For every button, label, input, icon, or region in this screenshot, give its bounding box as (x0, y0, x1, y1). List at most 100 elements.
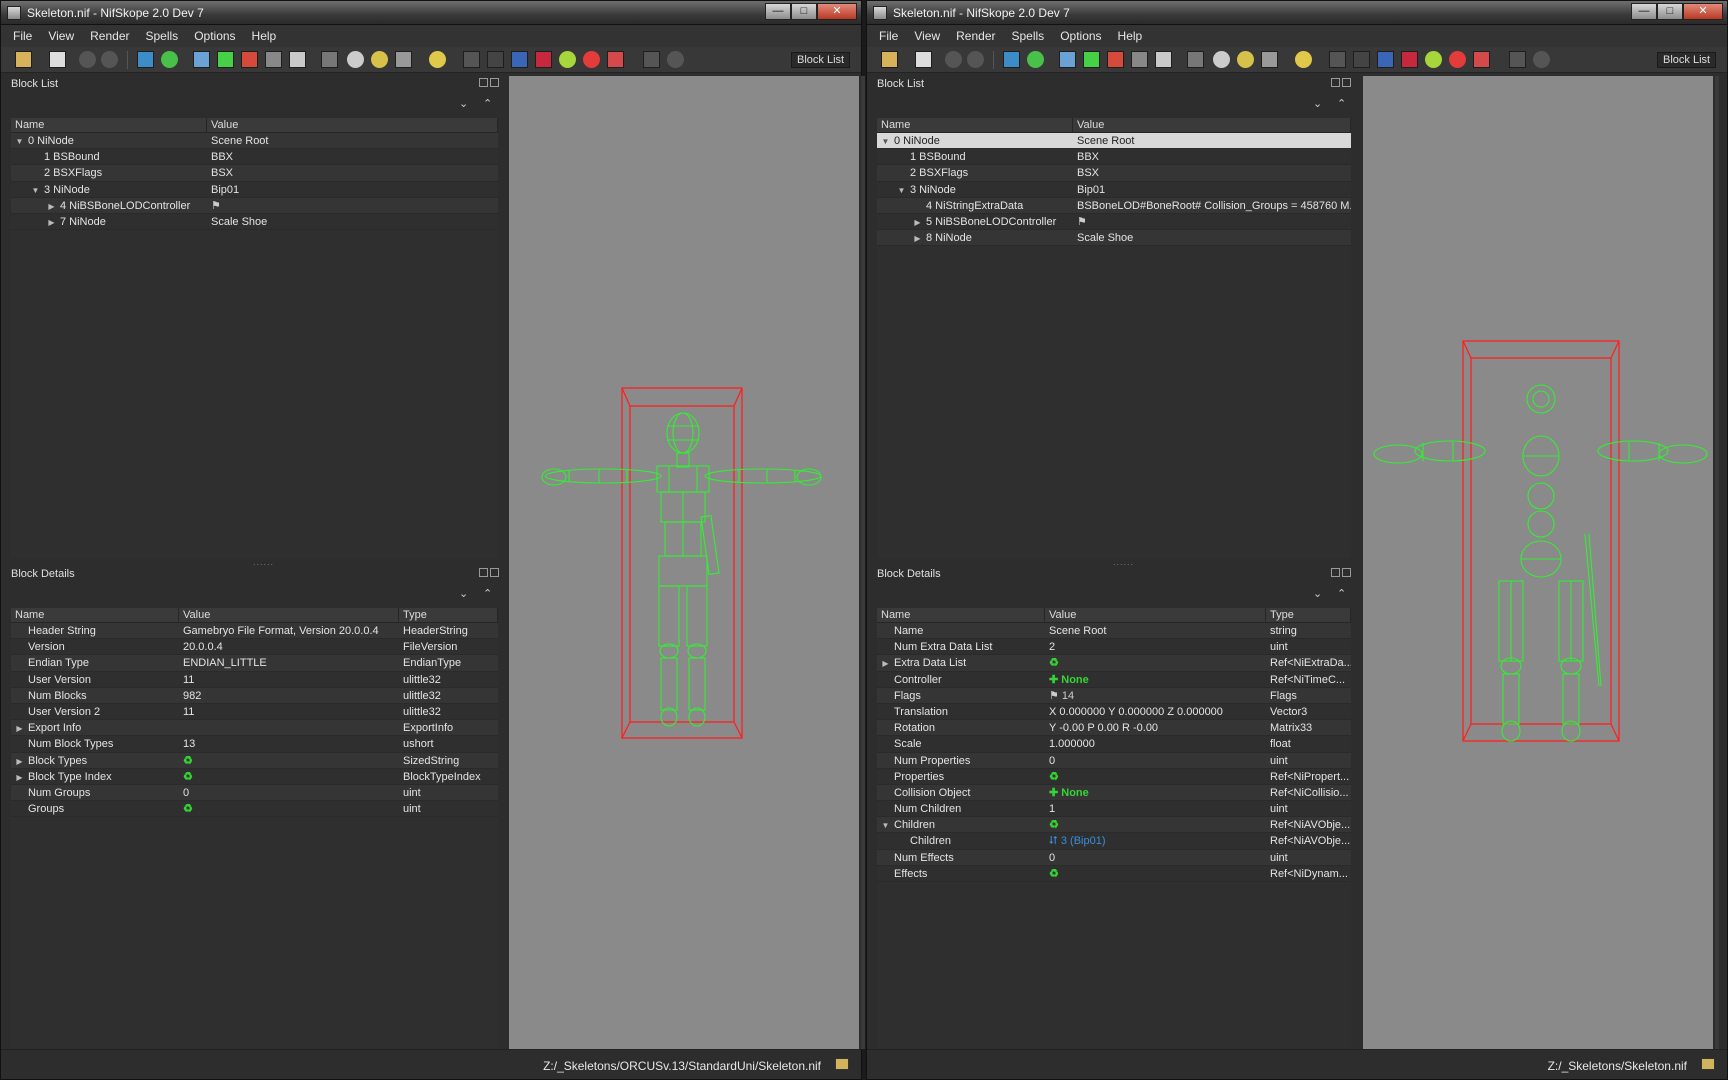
expanded-arrow-icon[interactable]: ▼ (881, 134, 890, 148)
redo-icon[interactable] (967, 51, 984, 68)
eraser-icon[interactable] (1473, 51, 1490, 68)
block-details-tree[interactable]: Name Value Type Name Scene Root string Num … (877, 608, 1351, 1048)
eye-icon[interactable] (1213, 51, 1230, 68)
menu-view[interactable]: View (48, 29, 74, 43)
tree-row[interactable]: 2 BSXFlags BSX (877, 165, 1351, 182)
block-details-dock-controls[interactable] (477, 568, 501, 578)
menu-spells[interactable]: Spells (146, 29, 179, 43)
folder-icon[interactable] (1701, 1058, 1715, 1070)
view-cube-icon[interactable] (193, 51, 210, 68)
folder-icon[interactable] (835, 1058, 849, 1070)
tree-row[interactable]: ▶ Block Type Index ♻ BlockTypeIndex (11, 769, 498, 785)
play-icon[interactable] (1509, 51, 1526, 68)
loop-icon[interactable] (667, 51, 684, 68)
collapsed-arrow-icon[interactable]: ▶ (15, 754, 24, 768)
collapsed-arrow-icon[interactable]: ▶ (47, 215, 56, 229)
minimize-button[interactable]: — (765, 3, 791, 20)
expand-all-button[interactable]: ⌃ (1337, 97, 1346, 110)
textured-cube-icon[interactable] (1155, 51, 1172, 68)
menu-help[interactable]: Help (1118, 29, 1143, 43)
column-name[interactable]: Name (11, 118, 207, 132)
expand-all-button[interactable]: ⌃ (483, 97, 492, 110)
tree-row[interactable]: 4 NiStringExtraData BSBoneLOD#BoneRoot# C… (877, 197, 1351, 214)
tree-row[interactable]: Num Children 1 uint (877, 801, 1351, 818)
nodes-icon[interactable] (1353, 51, 1370, 68)
tree-row[interactable]: Num Groups 0 uint (11, 784, 498, 802)
tree-row[interactable]: Collision Object ✚ None Ref<NiCollisio... (877, 784, 1351, 802)
save-file-icon[interactable] (915, 51, 932, 68)
collapsed-arrow-icon[interactable]: ▶ (913, 231, 922, 245)
tree-row[interactable]: Children ⮃ 3 (Bip01) Ref<NiAVObje... (877, 833, 1351, 850)
havok-icon[interactable] (1425, 51, 1442, 68)
marker-icon[interactable] (583, 51, 600, 68)
menu-view[interactable]: View (914, 29, 940, 43)
block-list-tree[interactable]: Name Value ▼ 0 NiNode Scene Root 1 BSBound B… (11, 118, 498, 558)
tree-row[interactable]: Rotation Y -0.00 P 0.00 R -0.00 Matrix33 (877, 720, 1351, 737)
details-collapse-button[interactable]: ⌄ (459, 587, 468, 600)
title-bar[interactable]: Skeleton.nif - NifSkope 2.0 Dev 7 — □ ✕ (867, 1, 1727, 25)
eye-box-icon[interactable] (395, 51, 412, 68)
havok-icon[interactable] (559, 51, 576, 68)
panel-splitter[interactable]: ...... (871, 557, 1355, 567)
close-button[interactable]: ✕ (1683, 3, 1723, 20)
menu-help[interactable]: Help (252, 29, 277, 43)
column-name[interactable]: Name (11, 608, 179, 622)
tree-row[interactable]: Version 20.0.0.4 FileVersion (11, 639, 498, 656)
select-vertex-icon[interactable] (161, 51, 178, 68)
details-collapse-button[interactable]: ⌄ (1313, 587, 1322, 600)
tree-row[interactable]: ▶ 5 NiBSBoneLODController ⚑ (877, 214, 1351, 231)
tree-row[interactable]: ▶ Export Info ExportInfo (11, 720, 498, 737)
lightbulb-icon[interactable] (1295, 51, 1312, 68)
tree-row[interactable]: ▶ Extra Data List ♻ Ref<NiExtraDa... (877, 655, 1351, 672)
maximize-button[interactable]: □ (1657, 3, 1683, 20)
collapsed-arrow-icon[interactable]: ▶ (913, 215, 922, 229)
render-viewport[interactable] (509, 76, 865, 1049)
select-object-icon[interactable] (1003, 51, 1020, 68)
expanded-arrow-icon[interactable]: ▼ (897, 183, 906, 197)
loop-icon[interactable] (1533, 51, 1550, 68)
tree-row[interactable]: ▼ 0 NiNode Scene Root (11, 133, 498, 150)
tree-row[interactable]: Num Blocks 982 ulittle32 (11, 687, 498, 704)
tree-row[interactable]: ▼ 3 NiNode Bip01 (877, 182, 1351, 198)
column-value[interactable]: Value (207, 118, 498, 132)
nodes-icon[interactable] (487, 51, 504, 68)
menu-options[interactable]: Options (1060, 29, 1101, 43)
maximize-button[interactable]: □ (791, 3, 817, 20)
collapse-all-button[interactable]: ⌄ (1313, 97, 1322, 110)
column-name[interactable]: Name (877, 608, 1045, 622)
wand-icon[interactable] (463, 51, 480, 68)
menu-spells[interactable]: Spells (1012, 29, 1045, 43)
menu-file[interactable]: File (13, 29, 32, 43)
tree-row[interactable]: Translation X 0.000000 Y 0.000000 Z 0.000… (877, 704, 1351, 721)
menu-file[interactable]: File (879, 29, 898, 43)
open-file-icon[interactable] (15, 51, 32, 68)
block-details-dock-controls[interactable] (1329, 568, 1353, 578)
view-solid-icon[interactable] (1083, 51, 1100, 68)
menu-options[interactable]: Options (194, 29, 235, 43)
tree-row[interactable]: ▶ 4 NiBSBoneLODController ⚑ (11, 197, 498, 214)
eye-icon[interactable] (347, 51, 364, 68)
column-type[interactable]: Type (399, 608, 498, 622)
view-cube-icon[interactable] (1059, 51, 1076, 68)
open-file-icon[interactable] (881, 51, 898, 68)
expanded-arrow-icon[interactable]: ▼ (15, 134, 24, 148)
pointer-icon[interactable] (265, 51, 282, 68)
block-list-dock-controls[interactable] (1329, 78, 1353, 88)
tree-row[interactable]: User Version 11 ulittle32 (11, 672, 498, 688)
block-list-tree[interactable]: Name Value ▼ 0 NiNode Scene Root 1 BSBound B… (877, 118, 1351, 558)
wand-icon[interactable] (1329, 51, 1346, 68)
select-object-icon[interactable] (137, 51, 154, 68)
save-file-icon[interactable] (49, 51, 66, 68)
axes-icon[interactable] (321, 51, 338, 68)
panel-splitter[interactable]: ...... (5, 557, 501, 567)
collision-icon[interactable] (1401, 51, 1418, 68)
view-solid-icon[interactable] (217, 51, 234, 68)
tree-row[interactable]: Groups ♻ uint (11, 801, 498, 818)
column-value[interactable]: Value (1045, 608, 1266, 622)
tree-row[interactable]: ▶ 7 NiNode Scale Shoe (11, 214, 498, 231)
tree-row[interactable]: ▶ 8 NiNode Scale Shoe (877, 230, 1351, 247)
undo-icon[interactable] (79, 51, 96, 68)
tree-row[interactable]: Num Effects 0 uint (877, 849, 1351, 866)
play-icon[interactable] (643, 51, 660, 68)
details-expand-button[interactable]: ⌃ (1337, 587, 1346, 600)
